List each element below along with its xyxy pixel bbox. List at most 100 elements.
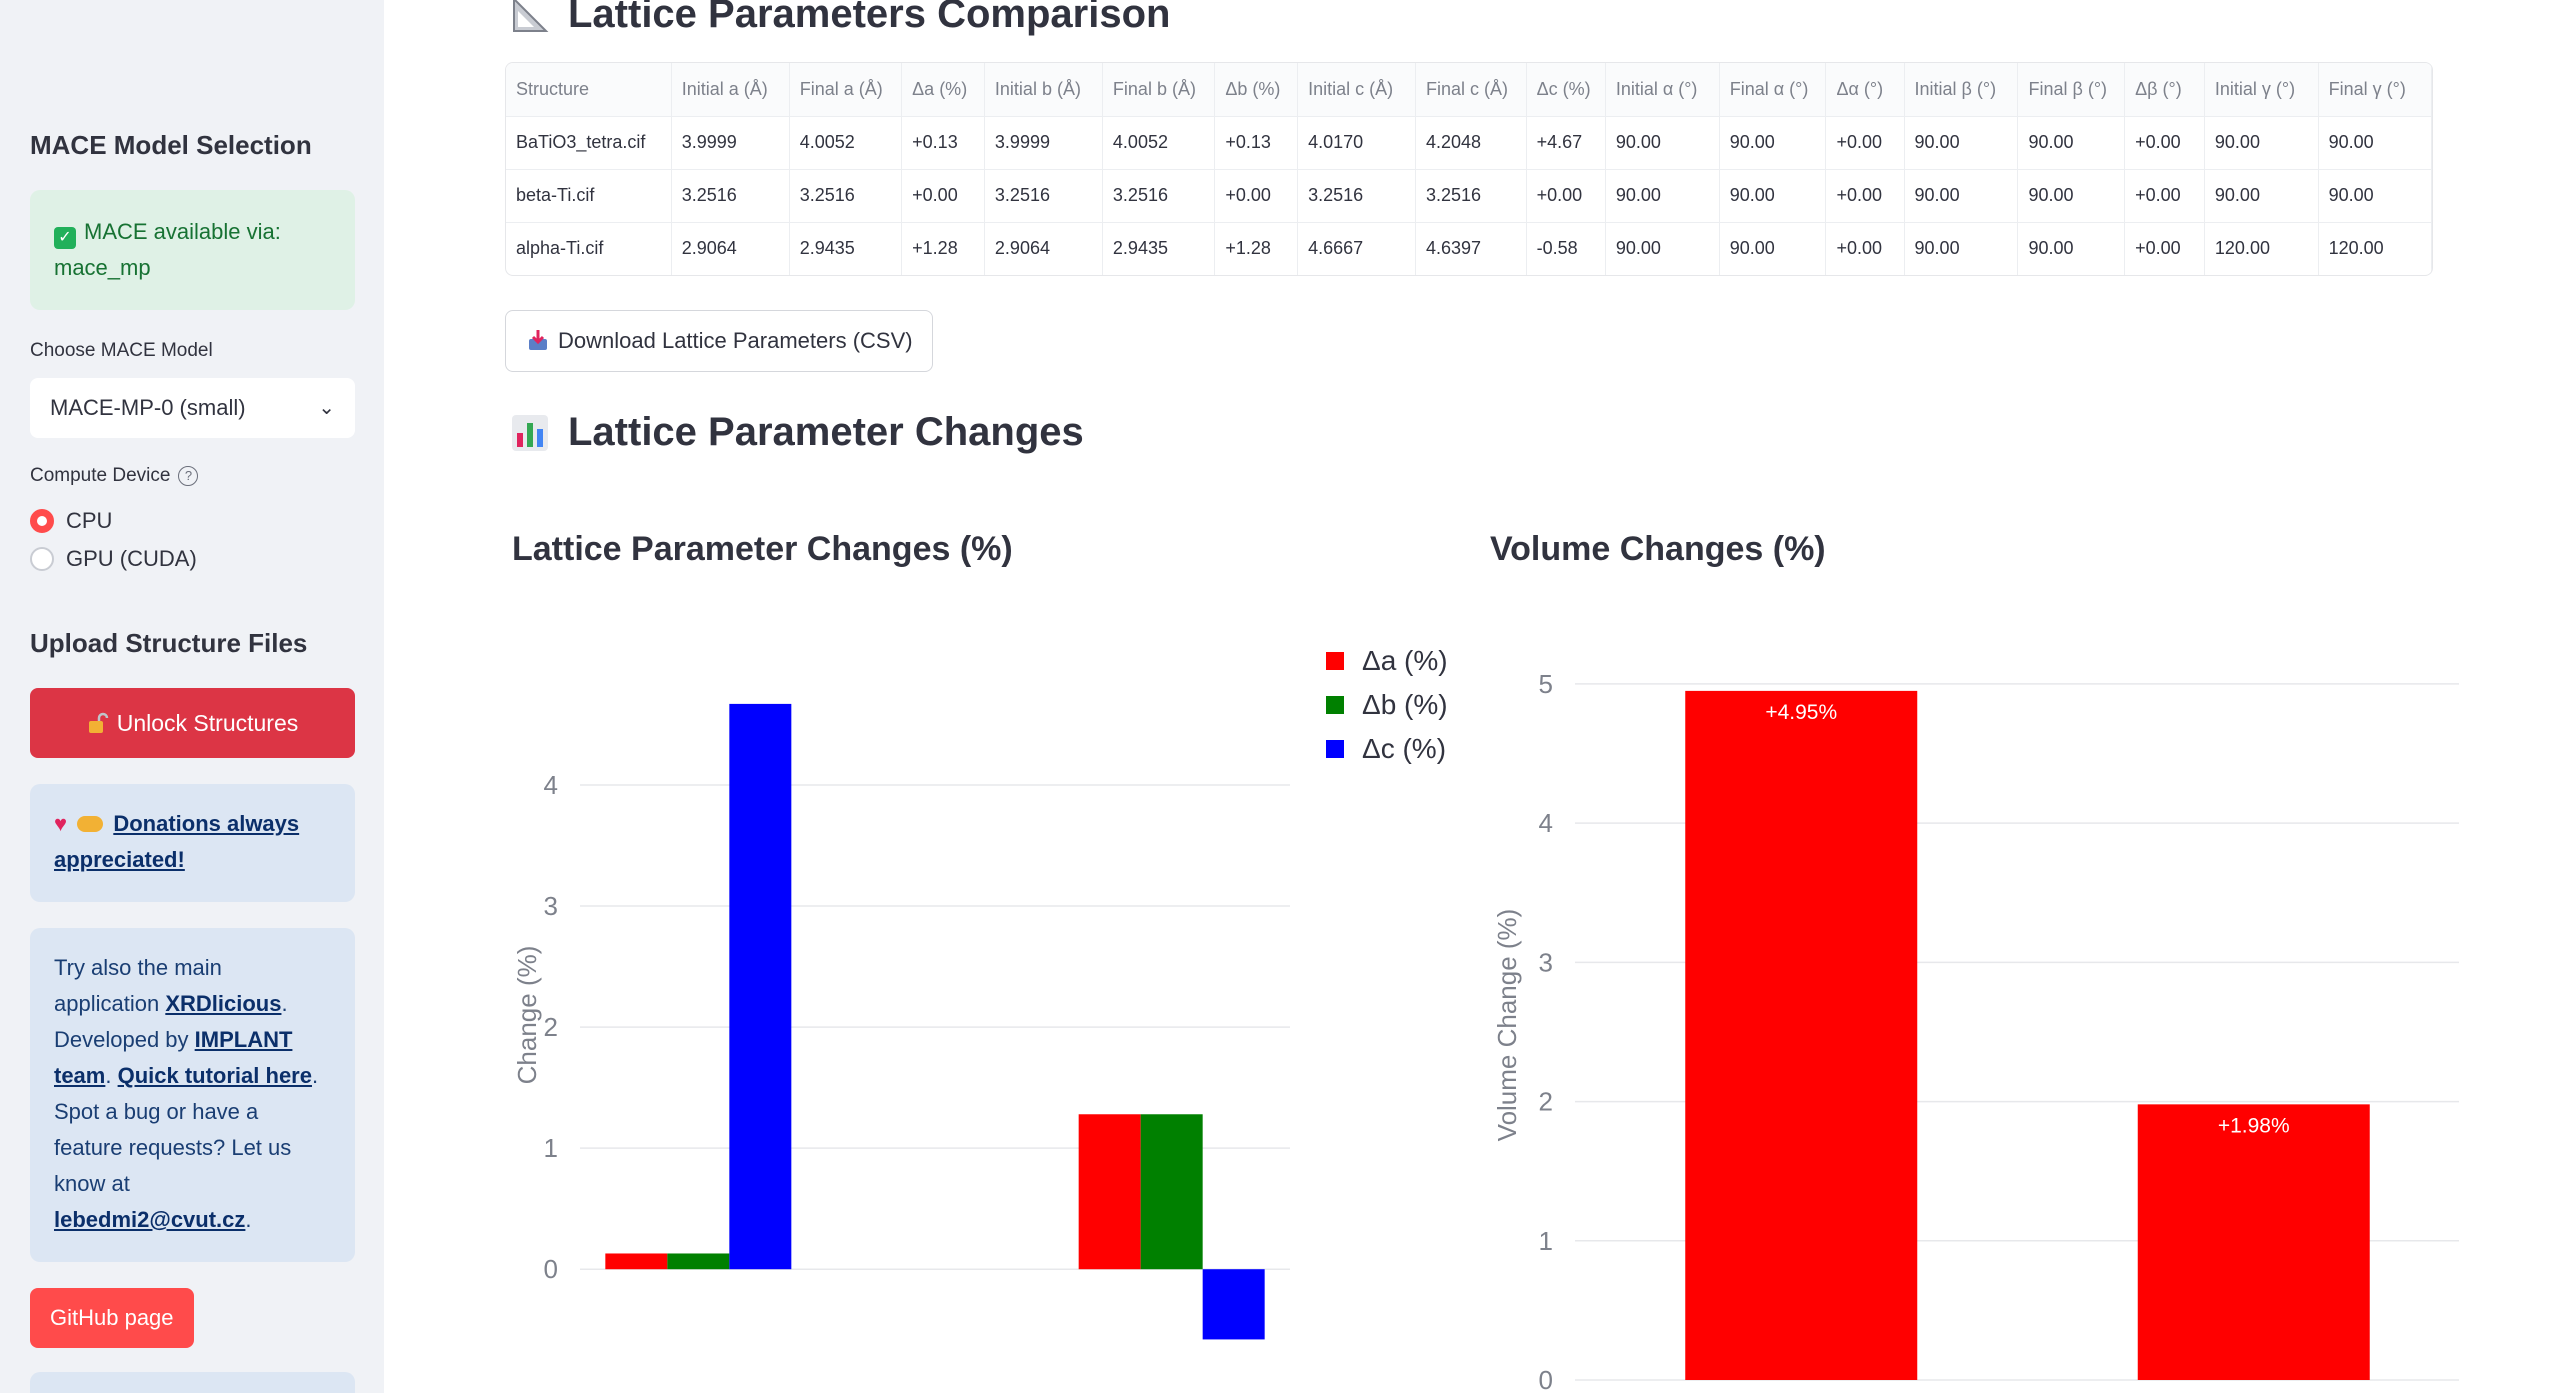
mace-status-text: MACE available via: mace_mp [54,219,281,280]
radio-cpu[interactable]: CPU [30,508,112,534]
table-header-cell[interactable]: Final c (Å) [1415,63,1527,117]
bar-Δb (%) [1140,1114,1203,1270]
table-header-cell[interactable]: Initial a (Å) [671,63,790,117]
email-link[interactable]: lebedmi2@cvut.cz [54,1207,245,1232]
table-cell: +0.00 [901,169,985,223]
y-tick-label: 2 [544,1012,558,1042]
download-icon [528,314,548,350]
table-cell: 4.0052 [789,116,903,170]
unlock-structures-button[interactable]: Unlock Structures [30,688,355,758]
table-cell: +1.28 [901,222,985,275]
table-header-cell[interactable]: Δβ (°) [2124,63,2205,117]
lattice-table-grid: Structure Initial a (Å) Final a (Å) Δa (%) I… [506,63,2432,275]
table-cell: +0.13 [901,116,985,170]
github-page-button[interactable]: GitHub page [30,1288,194,1348]
table-header-cell[interactable]: Initial β (°) [1904,63,2019,117]
help-icon[interactable]: ? [178,466,199,486]
volume-bar [2137,1104,2370,1380]
table-cell: alpha-Ti.cif [506,222,672,275]
table-body: BaTiO3_tetra.cif 3.9999 4.0052 +0.13 3.9999 4… [506,116,2432,275]
device-label: Compute Device? [30,465,199,487]
download-csv-button[interactable]: Download Lattice Parameters (CSV) [505,310,933,372]
table-cell: BaTiO3_tetra.cif [506,116,672,170]
table-cell: 90.00 [1605,169,1720,223]
table-header-cell[interactable]: Δb (%) [1214,63,1299,117]
radio-unselected-icon[interactable] [30,547,54,571]
table-header-cell[interactable]: Δa (%) [901,63,985,117]
volume-changes-chart[interactable]: 0 1 2 3 4 5 Volume Change (%) +4.95% +1.98% [1480,600,2459,1393]
info-text: . [245,1207,252,1232]
table-cell: beta-Ti.cif [506,169,672,223]
info-text: . [105,1063,118,1088]
radio-gpu[interactable]: GPU (CUDA) [30,546,197,572]
table-header-cell[interactable]: Δc (%) [1526,63,1606,117]
y-axis-title: Change (%) [512,946,542,1085]
bar-chart-icon [510,413,550,453]
legend-label: Δb (%) [1362,689,1448,720]
table-cell: +4.67 [1526,116,1606,170]
table-cell: 120.00 [2318,222,2432,275]
table-cell: 2.9064 [984,222,1103,275]
table-cell: 90.00 [1719,116,1827,170]
heart-icon: ♥ [54,811,68,836]
unlock-structures-label: Unlock Structures [116,710,299,736]
table-cell: 90.00 [2204,116,2319,170]
lattice-comparison-heading: Lattice Parameters Comparison [510,0,1170,37]
ruler-icon [510,0,550,35]
table-header-cell[interactable]: Δα (°) [1825,63,1905,117]
table-cell: -0.58 [1526,222,1606,275]
y-tick-label: 0 [544,1254,558,1284]
table-cell: +0.00 [2124,116,2205,170]
model-select[interactable]: MACE-MP-0 (small) ⌄ [30,378,355,438]
table-cell: 3.2516 [671,169,790,223]
table-cell: 3.9999 [984,116,1103,170]
radio-cpu-label: CPU [66,508,113,533]
xrdlicious-link[interactable]: XRDlicious [165,991,281,1016]
table-cell: 4.0170 [1297,116,1416,170]
table-header-cell[interactable]: Structure [506,63,672,117]
table-cell: +1.28 [1214,222,1299,275]
lattice-comparison-title: Lattice Parameters Comparison [568,0,1171,36]
table-header-cell[interactable]: Final α (°) [1719,63,1827,117]
volume-bar [1685,690,1918,1380]
table-header-cell[interactable]: Final a (Å) [789,63,903,117]
table-cell: 2.9435 [789,222,903,275]
table-cell: 4.0052 [1102,116,1216,170]
table-header-row: Structure Initial a (Å) Final a (Å) Δa (%) I… [506,63,2432,117]
table-header-cell[interactable]: Final b (Å) [1102,63,1216,117]
table-cell: 3.2516 [1297,169,1416,223]
lattice-changes-chart[interactable]: 0 1 2 3 4 Change (%) Δa (%) Δb (%) Δc (%) [500,600,1480,1393]
radio-selected-icon[interactable] [30,509,54,533]
table-header-cell[interactable]: Initial c (Å) [1297,63,1416,117]
lattice-table[interactable]: Structure Initial a (Å) Final a (Å) Δa (%) I… [505,62,2433,276]
table-header-cell[interactable]: Initial γ (°) [2204,63,2319,117]
table-row[interactable]: beta-Ti.cif 3.2516 3.2516 +0.00 3.2516 3.2516… [506,169,2432,223]
legend-label: Δc (%) [1362,733,1446,764]
table-header-cell[interactable]: Initial b (Å) [984,63,1103,117]
chart1-title: Lattice Parameter Changes (%) [512,530,1013,568]
table-header-cell[interactable]: Initial α (°) [1605,63,1720,117]
quick-tutorial-link[interactable]: Quick tutorial here [118,1063,312,1088]
table-header-cell[interactable]: Final γ (°) [2318,63,2432,117]
table-cell: 90.00 [1605,116,1720,170]
table-cell: 3.9999 [671,116,790,170]
bar-value-label: +4.95% [1765,701,1837,724]
y-tick-label: 3 [1539,947,1553,977]
table-cell: 3.2516 [1415,169,1527,223]
table-cell: 90.00 [2017,169,2126,223]
table-cell: 90.00 [1904,169,2019,223]
table-row[interactable]: alpha-Ti.cif 2.9064 2.9435 +1.28 2.9064 2.943… [506,222,2432,275]
table-row[interactable]: BaTiO3_tetra.cif 3.9999 4.0052 +0.13 3.9999 4… [506,116,2432,170]
y-tick-label: 4 [1539,808,1553,838]
table-cell: 90.00 [1719,169,1827,223]
table-header-cell[interactable]: Final β (°) [2017,63,2126,117]
upload-heading: Upload Structure Files [30,628,308,658]
table-cell: +0.00 [1825,169,1905,223]
table-cell: +0.00 [1825,222,1905,275]
legend-label: Δa (%) [1362,645,1448,676]
bar-Δc (%) [1202,1269,1265,1340]
info-box: Try also the main application XRDlicious… [30,928,355,1262]
table-cell: 90.00 [2017,116,2126,170]
table-cell: 2.9435 [1102,222,1216,275]
download-csv-label: Download Lattice Parameters (CSV) [558,328,913,353]
